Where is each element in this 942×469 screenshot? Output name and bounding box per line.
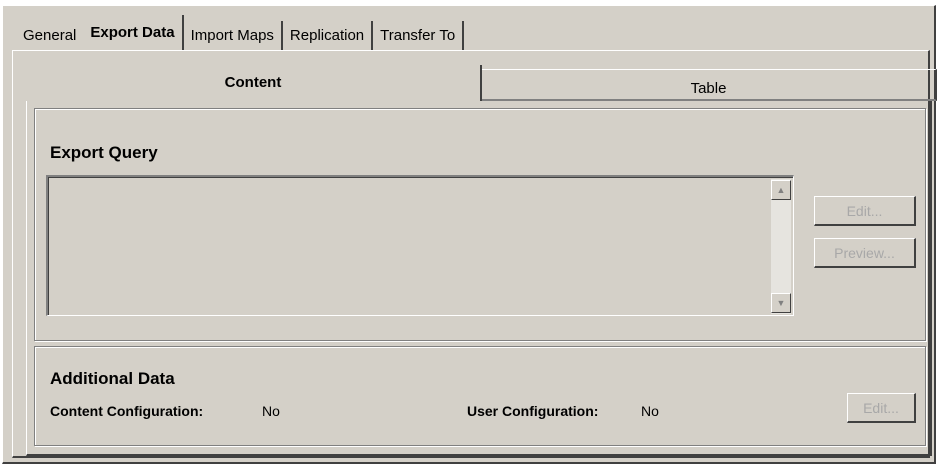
subtab-table[interactable]: Table — [482, 69, 937, 101]
edit-query-button[interactable]: Edit... — [814, 196, 916, 226]
export-query-title: Export Query — [50, 143, 158, 162]
edit-additional-data-button[interactable]: Edit... — [847, 393, 916, 423]
tab-general[interactable]: General — [15, 21, 83, 51]
arrow-up-icon[interactable]: ▲ — [771, 180, 791, 200]
export-query-textarea[interactable]: ▲ ▼ — [46, 175, 794, 316]
user-configuration-label: User Configuration: — [467, 403, 599, 419]
subtab-content[interactable]: Content — [26, 65, 482, 101]
main-tabstrip: General Export Data Import Maps Replicat… — [15, 15, 465, 51]
additional-data-title: Additional Data — [50, 369, 175, 388]
arrow-down-icon[interactable]: ▼ — [771, 293, 791, 313]
content-configuration-value: No — [262, 403, 280, 419]
additional-data-group — [34, 346, 926, 446]
content-configuration-label: Content Configuration: — [50, 403, 204, 419]
tab-transfer-to[interactable]: Transfer To — [373, 21, 465, 51]
query-scrollbar[interactable]: ▲ ▼ — [771, 179, 791, 314]
user-configuration-value: No — [641, 403, 659, 419]
sub-tabstrip: Content Table — [26, 65, 937, 101]
tab-replication[interactable]: Replication — [283, 21, 374, 51]
tab-import-maps[interactable]: Import Maps — [184, 21, 283, 51]
tab-export-data[interactable]: Export Data — [83, 15, 184, 51]
preview-query-button[interactable]: Preview... — [814, 238, 916, 268]
